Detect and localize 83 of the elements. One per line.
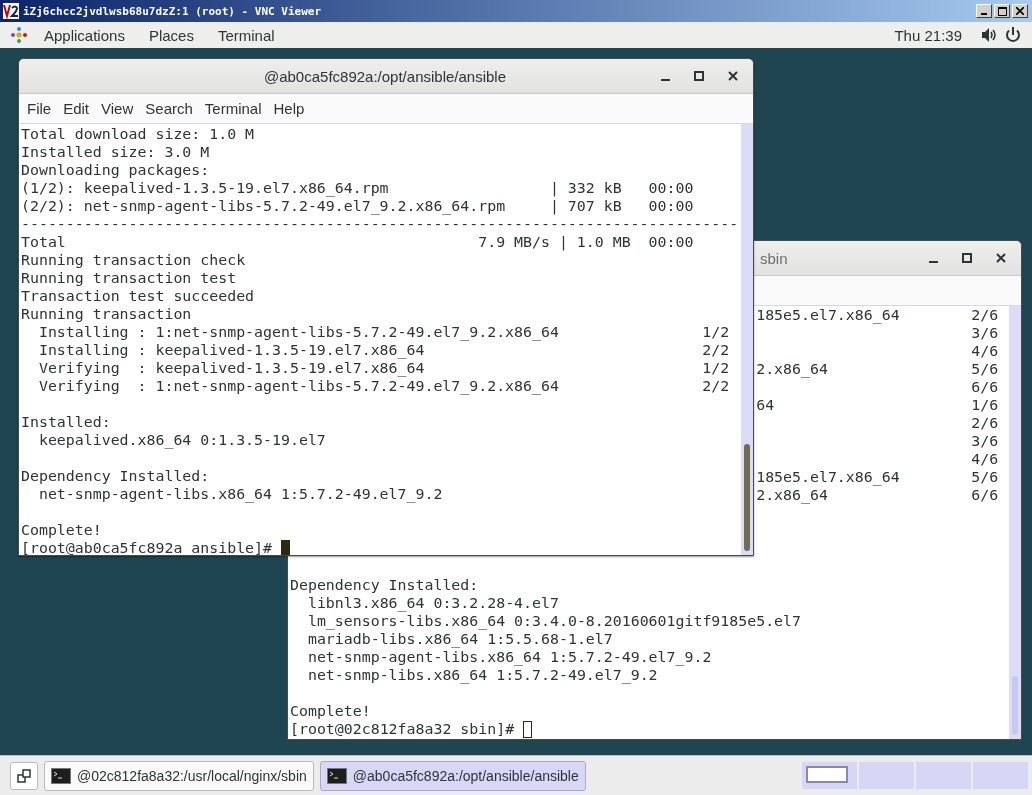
close-button[interactable]: [1012, 4, 1028, 18]
terminal-line: Complete!: [290, 702, 372, 720]
terminal-line: 64: [756, 396, 776, 414]
terminal-line: Installed:: [21, 413, 112, 431]
maximize-icon: [997, 6, 1007, 16]
panel-menu[interactable]: Terminal: [205, 26, 287, 44]
menu-item[interactable]: Terminal: [198, 100, 268, 117]
terminal-line: (2/2): net-snmp-agent-libs-5.7.2-49.el7_9.2.x86_64.rpm | 707 kB 00:00: [21, 197, 695, 215]
terminal-line: Complete!: [21, 521, 103, 539]
window-title: iZj6chcc2jvdlwsb68u7dzZ:1 (root) - VNC Viewer: [23, 4, 321, 18]
minimize-icon: [660, 79, 670, 81]
close-icon: [727, 70, 739, 82]
progress-count: 4/6: [971, 450, 1000, 468]
shell-prompt: [root@ab0ca5fc892a ansible]#: [21, 539, 273, 555]
windows-icon: [17, 768, 31, 783]
terminal-line: Installing : 1:net-snmp-agent-libs-5.7.2-49.el7_9.2.x86_64 1/2: [37, 323, 731, 341]
terminal-line: Verifying : 1:net-snmp-agent-libs-5.7.2-49.el7_9.2.x86_64 2/2: [37, 377, 731, 395]
window-title: @ab0ca5fc892a:/opt/ansible/ansible: [262, 67, 508, 85]
taskbar-button[interactable]: @02c812fa8a32:/usr/local/nginx/sbin: [44, 760, 314, 791]
terminal-line: Verifying : keepalived-1.3.5-19.el7.x86_64 1/2: [37, 359, 731, 377]
maximize-button[interactable]: [994, 4, 1010, 18]
scrollbar[interactable]: [741, 124, 753, 555]
progress-count: 2/6: [971, 414, 1000, 432]
menu-item[interactable]: Edit: [57, 100, 96, 117]
terminal-icon: [51, 767, 71, 784]
terminal-line: Running transaction check: [21, 251, 247, 269]
terminal-line: 2.x86_64: [756, 360, 829, 378]
clock[interactable]: Thu 21:39: [882, 26, 974, 44]
terminal-line: 185e5.el7.x86_64: [756, 306, 901, 324]
terminal-line: net-snmp-agent-libs.x86_64 1:5.7.2-49.el7_9.2: [306, 648, 713, 666]
terminal-line: 185e5.el7.x86_64: [756, 468, 901, 486]
vnc-logo-icon: [3, 3, 19, 19]
panel-menu[interactable]: Places: [136, 26, 206, 44]
window-title: sbin: [759, 249, 789, 267]
show-desktop-button[interactable]: [10, 761, 38, 790]
terminal-line: Dependency Installed:: [21, 467, 211, 485]
terminal-line: mariadb-libs.x86_64 1:5.5.68-1.el7: [306, 630, 614, 648]
close-icon: [1016, 7, 1024, 15]
terminal-icon: [326, 767, 347, 784]
progress-count: 2/6: [971, 306, 1000, 324]
speaker-icon[interactable]: [980, 26, 998, 44]
terminal-line: Installed size: 3.0 M: [21, 143, 211, 161]
terminal-line: Dependency Installed:: [290, 576, 480, 594]
maximize-icon: [693, 70, 705, 82]
shell-prompt: [root@02c812fa8a32 sbin]#: [290, 720, 515, 738]
panel-menu[interactable]: Applications: [32, 26, 137, 44]
terminal-line: 2.x86_64: [756, 486, 829, 504]
terminal-line: Total 7.9 MB/s | 1.0 MB 00:00: [21, 233, 695, 251]
terminal-line: Total download size: 1.0 M: [21, 125, 256, 143]
menu-item[interactable]: Help: [267, 100, 311, 117]
menu-item[interactable]: Search: [139, 100, 199, 117]
progress-count: 4/6: [971, 342, 1000, 360]
progress-count: 6/6: [971, 486, 1000, 504]
maximize-icon: [961, 252, 973, 264]
terminal-line: Running transaction: [21, 305, 193, 323]
terminal-line: libnl3.x86_64 0:3.2.28-4.el7: [306, 594, 560, 612]
terminal-line: keepalived.x86_64 0:1.3.5-19.el7: [37, 431, 327, 449]
progress-count: 1/6: [971, 396, 1000, 414]
terminal-line: Transaction test succeeded: [21, 287, 256, 305]
terminal-line: (1/2): keepalived-1.3.5-19.el7.x86_64.rpm | 332 kB 00:00: [21, 179, 695, 197]
terminal-line: lm_sensors-libs.x86_64 0:3.4.0-8.20160601gitf9185e5.el7: [306, 612, 802, 630]
scrollbar[interactable]: [1009, 306, 1021, 739]
terminal-line: --------------------------------------------------------------------------------: [21, 215, 740, 233]
scrollbar-thumb[interactable]: [744, 444, 750, 551]
menu-item[interactable]: File: [21, 100, 58, 117]
progress-count: 5/6: [971, 360, 1000, 378]
taskbar-button[interactable]: @ab0ca5fc892a:/opt/ansible/ansible: [319, 760, 586, 791]
menu-item[interactable]: View: [95, 100, 140, 117]
terminal-line: Installing : keepalived-1.3.5-19.el7.x86_64 2/2: [37, 341, 731, 359]
progress-count: 6/6: [971, 378, 1000, 396]
minimize-icon: [928, 261, 938, 263]
power-icon[interactable]: [1004, 26, 1022, 44]
terminal-line: Downloading packages:: [21, 161, 211, 179]
minimize-button[interactable]: [976, 4, 992, 18]
workspace-button[interactable]: [802, 762, 857, 789]
close-icon: [995, 252, 1007, 264]
terminal-line: net-snmp-libs.x86_64 1:5.7.2-49.el7_9.2: [306, 666, 659, 684]
progress-count: 3/6: [971, 324, 1000, 342]
terminal-line: net-snmp-agent-libs.x86_64 1:5.7.2-49.el7_9.2: [37, 485, 444, 503]
progress-count: 3/6: [971, 432, 1000, 450]
progress-count: 5/6: [971, 468, 1000, 486]
apps-icon[interactable]: [10, 26, 28, 44]
terminal-line: Running transaction test: [21, 269, 238, 287]
